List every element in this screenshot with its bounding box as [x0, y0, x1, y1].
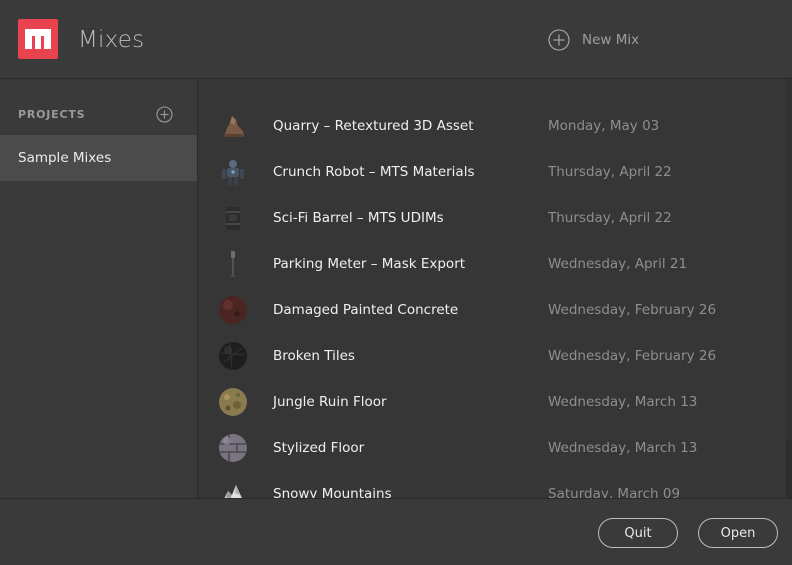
mix-name: Parking Meter – Mask Export — [273, 256, 466, 272]
mix-date: Wednesday, February 26 — [548, 302, 717, 318]
list-item[interactable]: Stylized Floor Wednesday, March 13 — [198, 425, 786, 471]
plus-circle-icon — [156, 106, 173, 123]
mix-date: Saturday, March 09 — [548, 486, 681, 498]
barrel-thumbnail-icon — [226, 207, 240, 230]
rock-asset-thumbnail-icon — [224, 116, 244, 137]
mix-name: Crunch Robot – MTS Materials — [273, 164, 475, 180]
projects-heading: PROJECTS — [18, 108, 86, 121]
new-mix-button[interactable]: New Mix — [548, 28, 639, 52]
sidebar-item-sample-mixes[interactable]: Sample Mixes — [0, 135, 197, 181]
scrollbar-thumb[interactable] — [786, 439, 792, 498]
list-item[interactable]: Broken Tiles Wednesday, February 26 — [198, 333, 786, 379]
mix-name: Broken Tiles — [273, 348, 355, 364]
open-button[interactable]: Open — [698, 518, 778, 548]
page-title: Mixes — [78, 27, 145, 53]
robot-thumbnail-icon — [222, 160, 244, 185]
mix-date: Thursday, April 22 — [548, 164, 672, 180]
sidebar-item-label: Sample Mixes — [18, 150, 112, 166]
list-item[interactable]: Sci-Fi Barrel – MTS UDIMs Thursday, Apri… — [198, 195, 786, 241]
tiles-sphere-thumbnail-icon — [219, 342, 247, 370]
mix-date: Wednesday, March 13 — [548, 394, 698, 410]
list-item[interactable]: Quarry – Retextured 3D Asset Monday, May… — [198, 103, 786, 149]
parking-meter-thumbnail-icon — [230, 251, 236, 277]
list-item[interactable]: Crunch Robot – MTS Materials Thursday, A… — [198, 149, 786, 195]
header-bar: Mixes New Mix — [0, 0, 792, 79]
list-item[interactable]: Jungle Ruin Floor Wednesday, March 13 — [198, 379, 786, 425]
mix-name: Quarry – Retextured 3D Asset — [273, 118, 474, 134]
scrollbar[interactable] — [786, 79, 792, 498]
new-mix-label: New Mix — [582, 32, 640, 48]
mix-name: Snowy Mountains — [273, 486, 392, 498]
stylized-floor-sphere-thumbnail-icon — [219, 434, 247, 462]
concrete-sphere-thumbnail-icon — [219, 296, 247, 324]
list-item[interactable]: Damaged Painted Concrete Wednesday, Febr… — [198, 287, 786, 333]
footer-bar: Quit Open — [0, 498, 792, 565]
jungle-floor-sphere-thumbnail-icon — [219, 388, 247, 416]
plus-circle-icon — [548, 29, 570, 51]
m-logo-icon — [25, 29, 51, 49]
mix-date: Thursday, April 22 — [548, 210, 672, 226]
app-logo — [18, 19, 58, 59]
mix-date: Wednesday, March 13 — [548, 440, 698, 456]
sidebar: PROJECTS Sample Mixes — [0, 79, 198, 498]
mix-date: Monday, May 03 — [548, 118, 660, 134]
mix-name: Jungle Ruin Floor — [273, 394, 387, 410]
mix-name: Sci-Fi Barrel – MTS UDIMs — [273, 210, 444, 226]
mix-date: Wednesday, February 26 — [548, 348, 717, 364]
quit-button[interactable]: Quit — [598, 518, 678, 548]
mix-name: Stylized Floor — [273, 440, 365, 456]
mix-date: Wednesday, April 21 — [548, 256, 688, 272]
mix-list: Quarry – Retextured 3D Asset Monday, May… — [198, 79, 792, 498]
mountains-thumbnail-icon — [224, 485, 242, 498]
list-item[interactable]: Parking Meter – Mask Export Wednesday, A… — [198, 241, 786, 287]
list-item[interactable]: Snowy Mountains Saturday, March 09 — [198, 471, 786, 498]
mix-name: Damaged Painted Concrete — [273, 302, 459, 318]
add-project-button[interactable] — [156, 106, 173, 127]
